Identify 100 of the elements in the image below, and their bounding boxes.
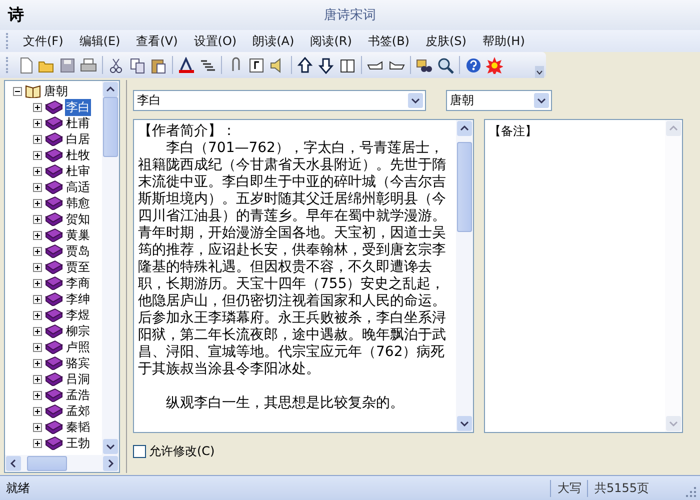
expand-icon[interactable] [33,422,42,432]
book-icon [45,148,63,162]
expand-icon[interactable] [33,358,42,368]
tree-item[interactable]: 李绅 [65,290,91,308]
tree-item[interactable]: 白居 [65,130,91,148]
scissors-icon[interactable] [108,56,125,74]
tree-item[interactable]: 唐朝 [43,82,69,100]
expand-icon[interactable] [33,406,42,416]
expand-icon[interactable] [33,102,42,112]
menu-item[interactable]: 皮肤(S) [418,32,474,50]
expand-icon[interactable] [33,246,42,256]
tree-item[interactable]: 秦韬 [65,418,91,436]
tree-item[interactable]: 杜审 [65,162,91,180]
menu-item[interactable]: 书签(B) [360,32,418,50]
tree-item[interactable]: 李煜 [65,306,91,324]
menu-item[interactable]: 帮助(H) [474,32,533,50]
tree-item[interactable]: 王勃 [65,434,91,452]
scroll-right-icon[interactable] [103,456,118,471]
expand-icon[interactable] [33,390,42,400]
resize-grip-icon[interactable] [685,486,697,498]
tree-item[interactable]: 吕洞 [65,370,91,388]
menu-item[interactable]: 文件(F) [15,32,72,50]
menu-item[interactable]: 阅读(R) [302,32,360,50]
tree-item[interactable]: 贺知 [65,210,91,228]
help-icon[interactable] [465,56,482,74]
book-icon[interactable] [339,56,356,74]
book-icon [45,260,63,274]
copy-icon[interactable] [129,56,146,74]
page-count: 共5155页 [587,480,655,496]
expand-icon[interactable] [33,294,42,304]
window-title: 唐诗宋词 [324,7,376,24]
scroll-down-icon[interactable] [103,439,118,454]
search-icon[interactable] [437,56,454,74]
expand-icon[interactable] [33,230,42,240]
book-icon [45,244,63,258]
expand-icon[interactable] [33,438,42,448]
collapse-icon[interactable] [13,86,22,96]
book-icon [45,292,63,306]
tree-item[interactable]: 骆宾 [65,354,91,372]
allow-edit-checkbox[interactable] [133,445,146,458]
expand-icon[interactable] [33,278,42,288]
dynasty-dropdown[interactable]: 唐朝 [446,90,552,111]
notes-text-area[interactable]: 【备注】 [484,119,683,433]
expand-icon[interactable] [33,214,42,224]
expand-icon[interactable] [33,118,42,128]
book-icon [45,404,63,418]
vertical-scrollbar[interactable] [102,81,119,455]
biography-text-area[interactable] [133,119,474,433]
starburst-icon[interactable] [486,56,503,74]
up-arrow-icon[interactable] [297,56,314,74]
tree-item[interactable]: 贾岛 [65,242,91,260]
expand-icon[interactable] [33,374,42,384]
expand-icon[interactable] [33,166,42,176]
expand-icon[interactable] [33,326,42,336]
expand-icon[interactable] [33,310,42,320]
expand-icon[interactable] [33,342,42,352]
book-icon [45,372,63,386]
scroll-up-icon[interactable] [103,82,118,97]
book-icon [45,420,63,434]
tree-item[interactable]: 李商 [65,274,91,292]
menu-item[interactable]: 查看(V) [128,32,186,50]
expand-icon[interactable] [33,198,42,208]
down-arrow-icon[interactable] [318,56,335,74]
status-message: 就绪 [6,480,31,496]
expand-icon[interactable] [33,150,42,160]
scroll-thumb[interactable] [103,97,118,157]
tree-item[interactable]: 卢照 [65,338,91,356]
save-icon[interactable] [59,56,76,74]
tree-item[interactable]: 贾至 [65,258,91,276]
menu-item[interactable]: 设置(O) [186,32,245,50]
biography-heading: 【作者简介】： [138,123,237,140]
expand-icon[interactable] [33,134,42,144]
printer-icon[interactable] [80,56,97,74]
menu-item[interactable]: 编辑(E) [71,32,128,50]
tree-item[interactable]: 孟浩 [65,386,91,404]
tree-item[interactable]: 杜甫 [65,114,91,132]
font-color-icon[interactable] [178,56,195,74]
book-icon [45,180,63,194]
tree-item[interactable]: 孟郊 [65,402,91,420]
tree-item[interactable]: 杜牧 [65,146,91,164]
scroll-up-icon[interactable] [457,121,472,136]
toolbar-overflow-icon[interactable] [535,66,544,78]
scroll-thumb[interactable] [27,456,67,471]
tree-item[interactable]: 柳宗 [65,322,91,340]
expand-icon[interactable] [33,182,42,192]
horizontal-scrollbar[interactable] [5,455,119,472]
scroll-down-icon[interactable] [457,416,472,431]
author-dropdown[interactable]: 李白 [133,90,426,111]
tree-item[interactable]: 黄巢 [65,226,91,244]
menu-item[interactable]: 朗读(A) [244,32,302,50]
tree-item[interactable]: 李白 [65,98,91,116]
scroll-thumb[interactable] [457,142,472,232]
biography-paragraph: 李白（701—762），字太白，号青莲居士，祖籍陇西成纪（今甘肃省天水县附近）。先世于隋末流徙中亚。李白即生于中亚的碎叶城（今吉尔吉斯斯坦境内）。五岁时随其父迁居绵州彰明县（今四川省江油县）的青莲乡。早年在蜀中就学漫游。青年时期，开始漫游全国各地。天宝初，因道士吴筠的推荐，应诏赴长安，供奉翰林，受到唐玄宗李隆基的特殊礼遇。但因权贵不容，不久即遭谗去职，长期游历。天宝十四年（755）安史之乱起，他隐居庐山，但仍密切注视着国家和人民的命运。后参加永王李璘幕府。永王兵败被杀，李白坐系浔阳狱，第二年长流夜郎，途中遇赦。晚年飘泊于武昌、浔阳、宣城等地。代宗宝应元年（762）病死于其族叔当涂县令李阳冰处。 [138,140,447,378]
tree-item[interactable]: 韩愈 [65,194,91,212]
book-icon [45,132,63,146]
paste-icon[interactable] [150,56,167,74]
vertical-scrollbar[interactable] [456,120,473,432]
scroll-left-icon[interactable] [6,456,21,471]
expand-icon[interactable] [33,262,42,272]
tree-item[interactable]: 高适 [65,178,91,196]
